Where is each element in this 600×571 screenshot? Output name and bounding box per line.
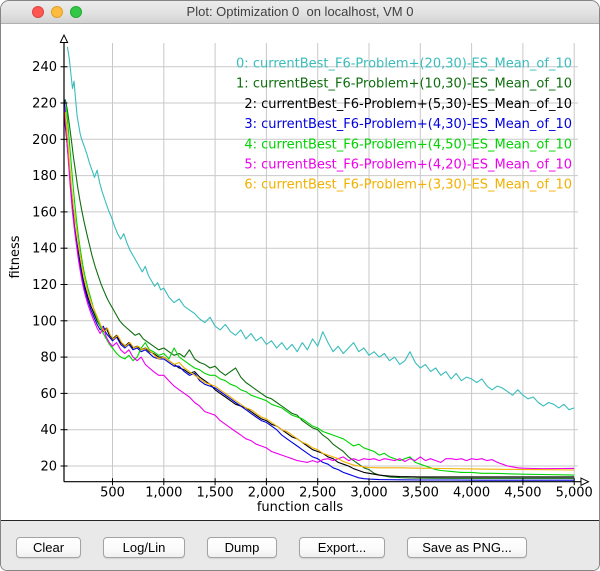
- y-tick-label-20: 20: [40, 460, 57, 475]
- y-tick-label-80: 80: [40, 351, 57, 366]
- log-lin-button[interactable]: Log/Lin: [103, 537, 185, 558]
- y-tick-label-220: 220: [32, 97, 57, 112]
- x-axis-label: function calls: [1, 500, 599, 515]
- dump-button[interactable]: Dump: [207, 537, 277, 558]
- button-bar: Clear Log/Lin Dump Export... Save as PNG…: [1, 521, 599, 571]
- legend-entry-3: 3: currentBest_F6-Problem+(4,30)-ES_Mean…: [244, 117, 572, 132]
- series-line-1: [65, 99, 574, 478]
- legend-entry-5: 5: currentBest_F6-Problem+(4,20)-ES_Mean…: [244, 158, 572, 173]
- titlebar[interactable]: Plot: Optimization 0 on localhost, VM 0: [1, 1, 599, 24]
- x-tick-label-1000: 1,000: [145, 486, 182, 501]
- y-tick-label-140: 140: [32, 242, 57, 257]
- x-tick-label-2000: 2,000: [248, 486, 285, 501]
- legend-entry-4: 4: currentBest_F6-Problem+(4,50)-ES_Mean…: [244, 137, 572, 152]
- y-tick-label-160: 160: [32, 205, 57, 220]
- x-tick-label-2500: 2,500: [299, 486, 336, 501]
- plot-canvas[interactable]: 20 40 60 80 100 120 140 160 180 200 220 240 500 1,000…: [1, 24, 600, 520]
- legend-entry-0: 0: currentBest_F6-Problem+(20,30)-ES_Mea…: [236, 57, 572, 72]
- legend-entry-2: 2: currentBest_F6-Problem+(5,30)-ES_Mean…: [244, 97, 572, 112]
- x-tick-label-4000: 4,000: [453, 486, 490, 501]
- x-tick-label-3500: 3,500: [402, 486, 439, 501]
- y-tick-label-200: 200: [32, 133, 57, 148]
- y-tick-label-240: 240: [32, 60, 57, 75]
- window-title: Plot: Optimization 0 on localhost, VM 0: [1, 4, 599, 19]
- x-tick-label-5000: 5,000: [556, 486, 593, 501]
- plot-window: Plot: Optimization 0 on localhost, VM 0 …: [0, 0, 600, 571]
- x-tick-label-4500: 4,500: [504, 486, 541, 501]
- legend-entry-1: 1: currentBest_F6-Problem+(10,30)-ES_Mea…: [236, 77, 572, 92]
- x-tick-label-500: 500: [100, 486, 125, 501]
- y-tick-label-120: 120: [32, 278, 57, 293]
- y-axis-label: fitness: [8, 235, 24, 279]
- y-tick-label-40: 40: [40, 423, 57, 438]
- x-tick-label-3000: 3,000: [350, 486, 387, 501]
- y-tick-label-100: 100: [32, 314, 57, 329]
- save-as-png-button[interactable]: Save as PNG...: [407, 537, 527, 558]
- x-axis-arrow-icon: [581, 478, 589, 485]
- x-tick-label-1500: 1,500: [196, 486, 233, 501]
- legend-entry-6: 6: currentBest_F6-Problem+(3,30)-ES_Mean…: [244, 178, 572, 193]
- clear-button[interactable]: Clear: [16, 537, 81, 558]
- plot-panel: 20 40 60 80 100 120 140 160 180 200 220 240 500 1,000…: [1, 24, 599, 521]
- export-button[interactable]: Export...: [299, 537, 385, 558]
- y-tick-label-60: 60: [40, 387, 57, 402]
- y-tick-label-180: 180: [32, 169, 57, 184]
- y-axis-arrow-icon: [60, 35, 67, 43]
